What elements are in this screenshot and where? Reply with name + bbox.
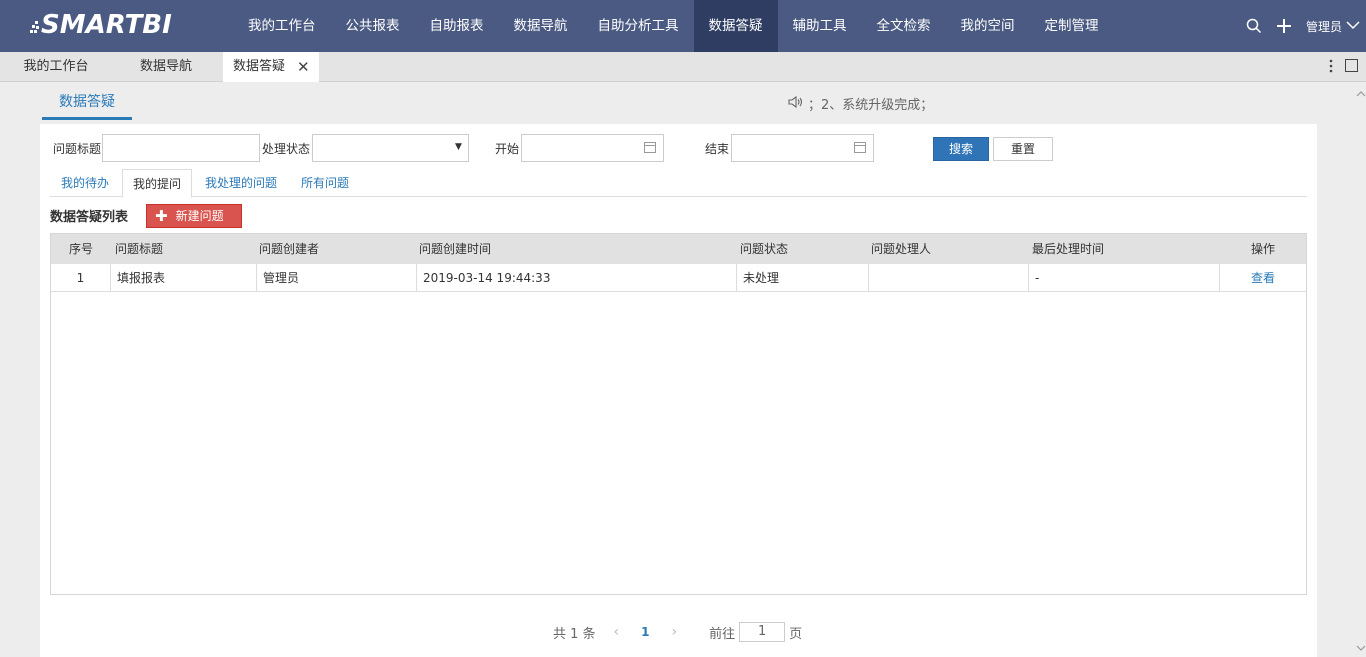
cell-handler — [869, 264, 1029, 292]
main-nav: 我的工作台 公共报表 自助报表 数据导航 自助分析工具 数据答疑 辅助工具 全文… — [233, 0, 1114, 52]
nav-item-self-analysis-tools[interactable]: 自助分析工具 — [583, 0, 694, 52]
notice-text: ；2、系统升级完成； — [808, 98, 934, 113]
cell-last-time: - — [1029, 264, 1220, 292]
maximize-icon[interactable] — [1345, 59, 1358, 75]
nav-item-public-reports[interactable]: 公共报表 — [331, 0, 415, 52]
plus-icon: ✚ — [155, 207, 168, 225]
cell-creator: 管理员 — [257, 264, 417, 292]
nav-item-self-reports[interactable]: 自助报表 — [415, 0, 499, 52]
nav-item-my-space[interactable]: 我的空间 — [946, 0, 1030, 52]
goto-suffix: 页 — [789, 626, 803, 642]
end-date-input[interactable] — [731, 134, 874, 162]
question-subtabs: 我的待办 我的提问 我处理的问题 所有问题 — [50, 169, 1307, 198]
new-question-label: 新建问题 — [175, 209, 224, 223]
user-name[interactable]: 管理员 — [1306, 18, 1342, 35]
questions-table: 序号 问题标题 问题创建者 问题创建时间 问题状态 问题处理人 最后处理时间 操… — [50, 233, 1307, 595]
tab-data-navigation[interactable]: 数据导航 — [112, 52, 220, 82]
calendar-icon[interactable] — [644, 142, 656, 153]
end-date-label: 结束 — [705, 142, 730, 156]
table-header: 序号 问题标题 问题创建者 问题创建时间 问题状态 问题处理人 最后处理时间 操… — [51, 234, 1306, 264]
view-link[interactable]: 查看 — [1220, 264, 1306, 292]
logo-text: SMARTBI — [41, 10, 172, 40]
column-header[interactable]: 问题状态 — [740, 234, 788, 264]
column-header[interactable]: 操作 — [1251, 234, 1275, 264]
more-vertical-icon[interactable] — [1329, 59, 1333, 76]
notice-marquee: ；2、系统升级完成； — [788, 94, 933, 113]
column-header[interactable]: 问题标题 — [115, 234, 163, 264]
column-header[interactable]: 最后处理时间 — [1032, 234, 1104, 264]
nav-item-fulltext-search[interactable]: 全文检索 — [862, 0, 946, 52]
table-row[interactable]: 1 填报报表 管理员 2019-03-14 19:44:33 未处理 - 查看 — [51, 264, 1306, 292]
dropdown-arrow-icon[interactable]: ▼ — [455, 142, 462, 152]
start-date-label: 开始 — [495, 142, 520, 156]
subtab-handled-by-me[interactable]: 我处理的问题 — [195, 169, 287, 197]
cell-title: 填报报表 — [111, 264, 257, 292]
smartbi-logo[interactable]: SMARTBI — [30, 9, 172, 41]
total-count: 共 1 条 — [553, 626, 596, 642]
nav-item-data-navigation[interactable]: 数据导航 — [499, 0, 583, 52]
column-header[interactable]: 问题创建者 — [259, 234, 319, 264]
subtab-all-questions[interactable]: 所有问题 — [291, 169, 359, 197]
cell-created-time: 2019-03-14 19:44:33 — [417, 264, 737, 292]
pagination: 共 1 条 ‹ 1 › 前往 1 页 — [553, 622, 802, 642]
speaker-icon — [788, 95, 804, 113]
list-title: 数据答疑列表 — [50, 210, 129, 225]
search-button[interactable]: 搜索 — [933, 137, 989, 161]
scrollbar[interactable] — [1356, 82, 1366, 657]
status-filter-label: 处理状态 — [262, 142, 311, 156]
column-header[interactable]: 问题创建时间 — [419, 234, 491, 264]
close-icon[interactable]: ✕ — [297, 52, 310, 82]
goto-page-input[interactable]: 1 — [739, 622, 786, 642]
subtab-my-questions[interactable]: 我的提问 — [122, 169, 193, 198]
next-page-icon[interactable]: › — [672, 624, 678, 640]
nav-item-aux-tools[interactable]: 辅助工具 — [778, 0, 862, 52]
nav-item-workbench[interactable]: 我的工作台 — [233, 0, 331, 52]
page-number[interactable]: 1 — [641, 625, 649, 639]
top-right-tools: 管理员 — [1246, 0, 1366, 52]
title-filter-label: 问题标题 — [53, 142, 102, 156]
goto-prefix: 前往 — [709, 626, 736, 642]
plus-icon[interactable] — [1276, 18, 1292, 34]
page-header-strip — [40, 82, 1317, 124]
cell-status: 未处理 — [737, 264, 869, 292]
tabbar-tools — [1329, 52, 1358, 82]
prev-page-icon[interactable]: ‹ — [614, 624, 620, 640]
reset-button[interactable]: 重置 — [993, 137, 1053, 161]
nav-item-custom-management[interactable]: 定制管理 — [1030, 0, 1114, 52]
window-tab-bar: 我的工作台 数据导航 数据答疑 ✕ — [0, 52, 1366, 82]
search-icon[interactable] — [1246, 18, 1262, 34]
calendar-icon[interactable] — [854, 142, 866, 153]
subtab-my-todo[interactable]: 我的待办 — [51, 169, 119, 197]
new-question-button[interactable]: ✚ 新建问题 — [146, 204, 242, 228]
top-navbar: SMARTBI 我的工作台 公共报表 自助报表 数据导航 自助分析工具 数据答疑… — [0, 0, 1366, 52]
status-select[interactable] — [312, 134, 469, 162]
tab-workbench[interactable]: 我的工作台 — [0, 52, 112, 82]
start-date-input[interactable] — [521, 134, 664, 162]
cell-index: 1 — [51, 264, 111, 292]
tab-data-qa-label: 数据答疑 — [233, 59, 286, 74]
logo-dots-icon — [30, 17, 40, 33]
nav-item-data-qa[interactable]: 数据答疑 — [693, 0, 778, 52]
chevron-down-icon[interactable] — [1346, 19, 1360, 33]
page-tab-data-qa[interactable]: 数据答疑 — [42, 90, 132, 120]
column-header[interactable]: 问题处理人 — [871, 234, 931, 264]
title-filter-input[interactable] — [102, 134, 260, 162]
column-header[interactable]: 序号 — [69, 234, 93, 264]
